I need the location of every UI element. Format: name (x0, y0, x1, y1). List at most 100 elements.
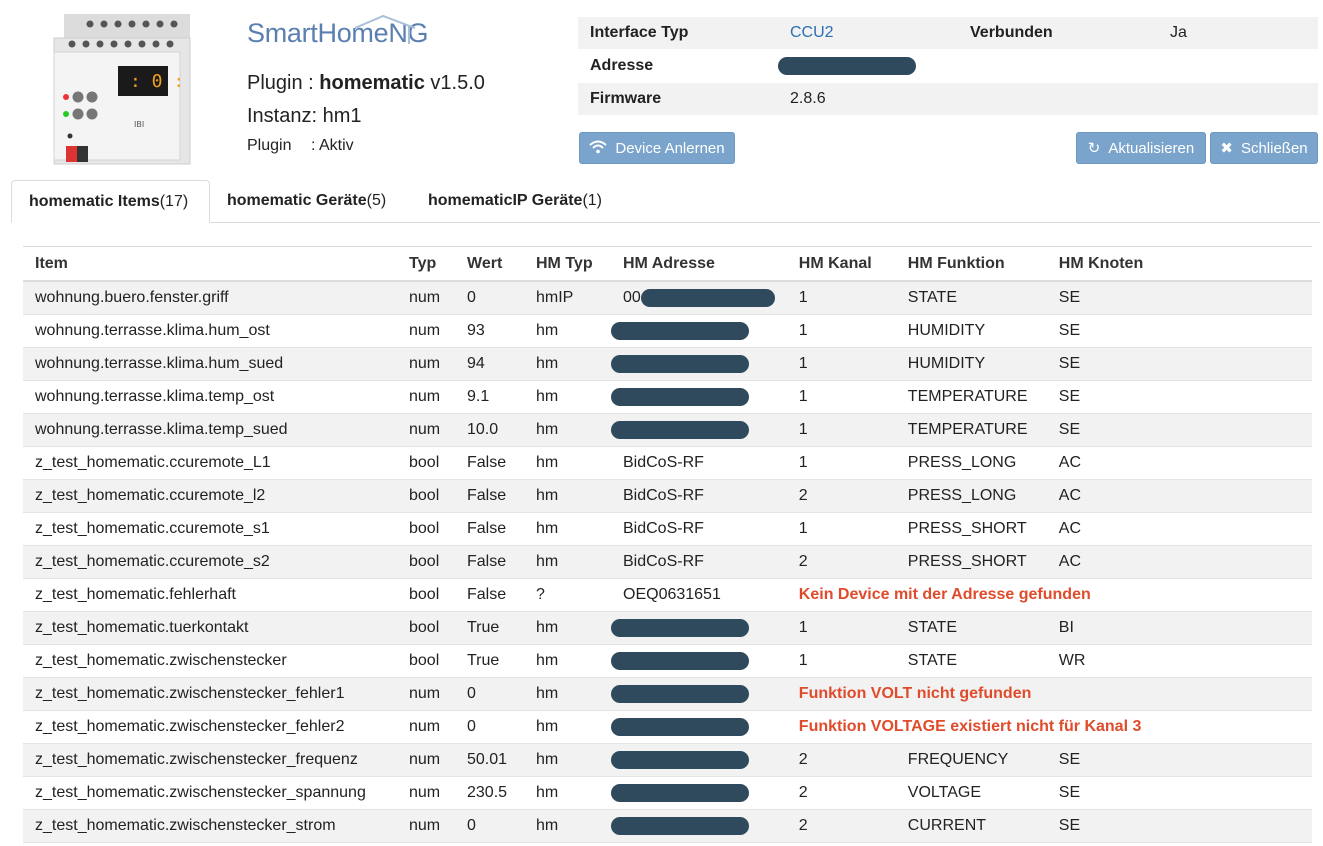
cell-typ: num (397, 314, 455, 348)
cell-hm-kanal: 2 (786, 743, 896, 777)
table-row: z_test_homematic.fehlerhaft bool False? OEQ… (23, 578, 1312, 612)
table-row: wohnung.buero.fenster.griff num 0 hmIP 00 1 ST… (23, 281, 1312, 315)
cell-hm-kanal: 2 (786, 545, 896, 579)
cell-hm-kanal: 1 (786, 281, 896, 315)
col-hm-kanal[interactable]: HM Kanal (786, 246, 896, 282)
cell-wert: 10.0 (455, 413, 524, 447)
table-header-row: Item Typ Wert HM Typ HM Adresse HM Kanal… (23, 246, 1312, 282)
cell-wert: False (455, 578, 524, 612)
cell-hm-adresse (611, 710, 787, 744)
cell-item: z_test_homematic.fehlerhaft (23, 578, 397, 612)
col-hm-funktion[interactable]: HM Funktion (895, 246, 1047, 282)
cell-wert: 94 (455, 347, 524, 381)
col-typ[interactable]: Typ (397, 246, 455, 282)
col-wert[interactable]: Wert (455, 246, 524, 282)
svg-text:: 0 :: : 0 : (130, 71, 184, 92)
col-hm-typ[interactable]: HM Typ (524, 246, 611, 282)
cell-hm-kanal: 1 (786, 380, 896, 414)
cell-hm-kanal: 1 (786, 347, 896, 381)
table-row: wohnung.terrasse.klima.temp_sued num 10.0 h… (23, 413, 1312, 447)
cell-hm-adresse (611, 776, 787, 810)
cell-hm-kanal: 1 (786, 413, 896, 447)
verbunden-label: Verbunden (958, 17, 1158, 50)
cell-hm-adresse: BidCoS-RF (611, 446, 787, 480)
cell-wert: 0 (455, 809, 524, 843)
cell-hm-knoten: SE (1046, 743, 1312, 777)
col-item[interactable]: Item (23, 246, 397, 282)
cell-item: wohnung.terrasse.klima.hum_sued (23, 347, 397, 381)
col-hm-knoten[interactable]: HM Knoten (1046, 246, 1312, 282)
cell-wert: 93 (455, 314, 524, 348)
cell-hm-funktion: STATE (895, 644, 1047, 678)
interface-typ-link[interactable]: CCU2 (790, 24, 834, 41)
cell-hm-knoten: SE (1046, 809, 1312, 843)
redacted-address (640, 288, 775, 307)
cell-hm-knoten: SE (1046, 380, 1312, 414)
device-anlernen-button[interactable]: Device Anlernen (579, 132, 735, 164)
aktualisieren-button[interactable]: ↻ Aktualisieren (1076, 132, 1206, 164)
cell-hm-typ: hm (524, 776, 611, 810)
redacted-address (778, 56, 916, 75)
cell-wert: 9.1 (455, 380, 524, 414)
cell-hm-typ: hm (524, 545, 611, 579)
tab-homematicip-geraete[interactable]: homematicIP Geräte (1) (411, 180, 619, 222)
cell-hm-knoten: BI (1046, 611, 1312, 645)
cell-hm-funktion: TEMPERATURE (895, 413, 1047, 447)
verbunden-value: Ja (1158, 17, 1318, 50)
col-hm-adresse[interactable]: HM Adresse (611, 246, 787, 282)
cell-hm-typ: hm (524, 314, 611, 348)
cell-hm-knoten: AC (1046, 512, 1312, 546)
address-text: BidCoS-RF (623, 520, 704, 537)
cell-hm-typ: hm (524, 743, 611, 777)
wifi-icon (589, 140, 608, 157)
adresse-label: Adresse (578, 49, 778, 83)
cell-hm-typ: hm (524, 512, 611, 546)
cell-hm-kanal: 2 (786, 776, 896, 810)
cell-hm-funktion: PRESS_SHORT (895, 545, 1047, 579)
table-row: z_test_homematic.zwischenstecker_spannun… (23, 776, 1312, 810)
redacted-address (611, 387, 749, 406)
cell-item: z_test_homematic.ccuremote_L1 (23, 446, 397, 480)
table-row: z_test_homematic.zwischenstecker_strom nu… (23, 809, 1312, 843)
tab-homematic-items[interactable]: homematic Items (17) (11, 180, 210, 223)
cell-hm-kanal: 1 (786, 611, 896, 645)
redacted-address (611, 783, 749, 802)
cell-typ: bool (397, 644, 455, 678)
cell-wert: False (455, 479, 524, 513)
cell-hm-adresse: BidCoS-RF (611, 512, 787, 546)
cell-hm-funktion: VOLTAGE (895, 776, 1047, 810)
cell-typ: bool (397, 578, 455, 612)
cell-typ: num (397, 743, 455, 777)
cell-hm-kanal: 1 (786, 446, 896, 480)
cell-hm-kanal: 1 (786, 314, 896, 348)
cell-hm-knoten: AC (1046, 545, 1312, 579)
redacted-address (611, 684, 749, 703)
cell-hm-adresse (611, 380, 787, 414)
redacted-address (611, 651, 749, 670)
cell-hm-typ: hm (524, 611, 611, 645)
cell-item: z_test_homematic.zwischenstecker (23, 644, 397, 678)
cell-hm-typ: hm (524, 479, 611, 513)
cell-typ: num (397, 281, 455, 315)
cell-typ: bool (397, 479, 455, 513)
cell-hm-knoten: SE (1046, 347, 1312, 381)
cell-typ: bool (397, 512, 455, 546)
schliessen-button[interactable]: ✖ Schließen (1210, 132, 1318, 164)
table-row: z_test_homematic.ccuremote_l2 bool False hm… (23, 479, 1312, 513)
cell-item: z_test_homematic.ccuremote_s1 (23, 512, 397, 546)
cell-hm-adresse (611, 611, 787, 645)
tab-homematic-geraete[interactable]: homematic Geräte (5) (210, 180, 403, 222)
svg-text:IBI: IBI (134, 120, 144, 129)
smarthomeng-logo: SmartHomeNG (247, 14, 429, 58)
cell-hm-adresse: BidCoS-RF (611, 545, 787, 579)
redacted-address (611, 354, 749, 373)
plugin-instance: Instanz: hm1 (247, 105, 362, 127)
cell-error-message: Funktion VOLTAGE existiert nicht für Kan… (786, 710, 1312, 744)
cell-hm-funktion: PRESS_SHORT (895, 512, 1047, 546)
redacted-address (611, 750, 749, 769)
cell-item: z_test_homematic.zwischenstecker_spannun… (23, 776, 397, 810)
cell-hm-kanal: 1 (786, 644, 896, 678)
cell-wert: 0 (455, 281, 524, 315)
cell-hm-knoten: AC (1046, 479, 1312, 513)
table-row: z_test_homematic.zwischenstecker_fehler1… (23, 677, 1312, 711)
